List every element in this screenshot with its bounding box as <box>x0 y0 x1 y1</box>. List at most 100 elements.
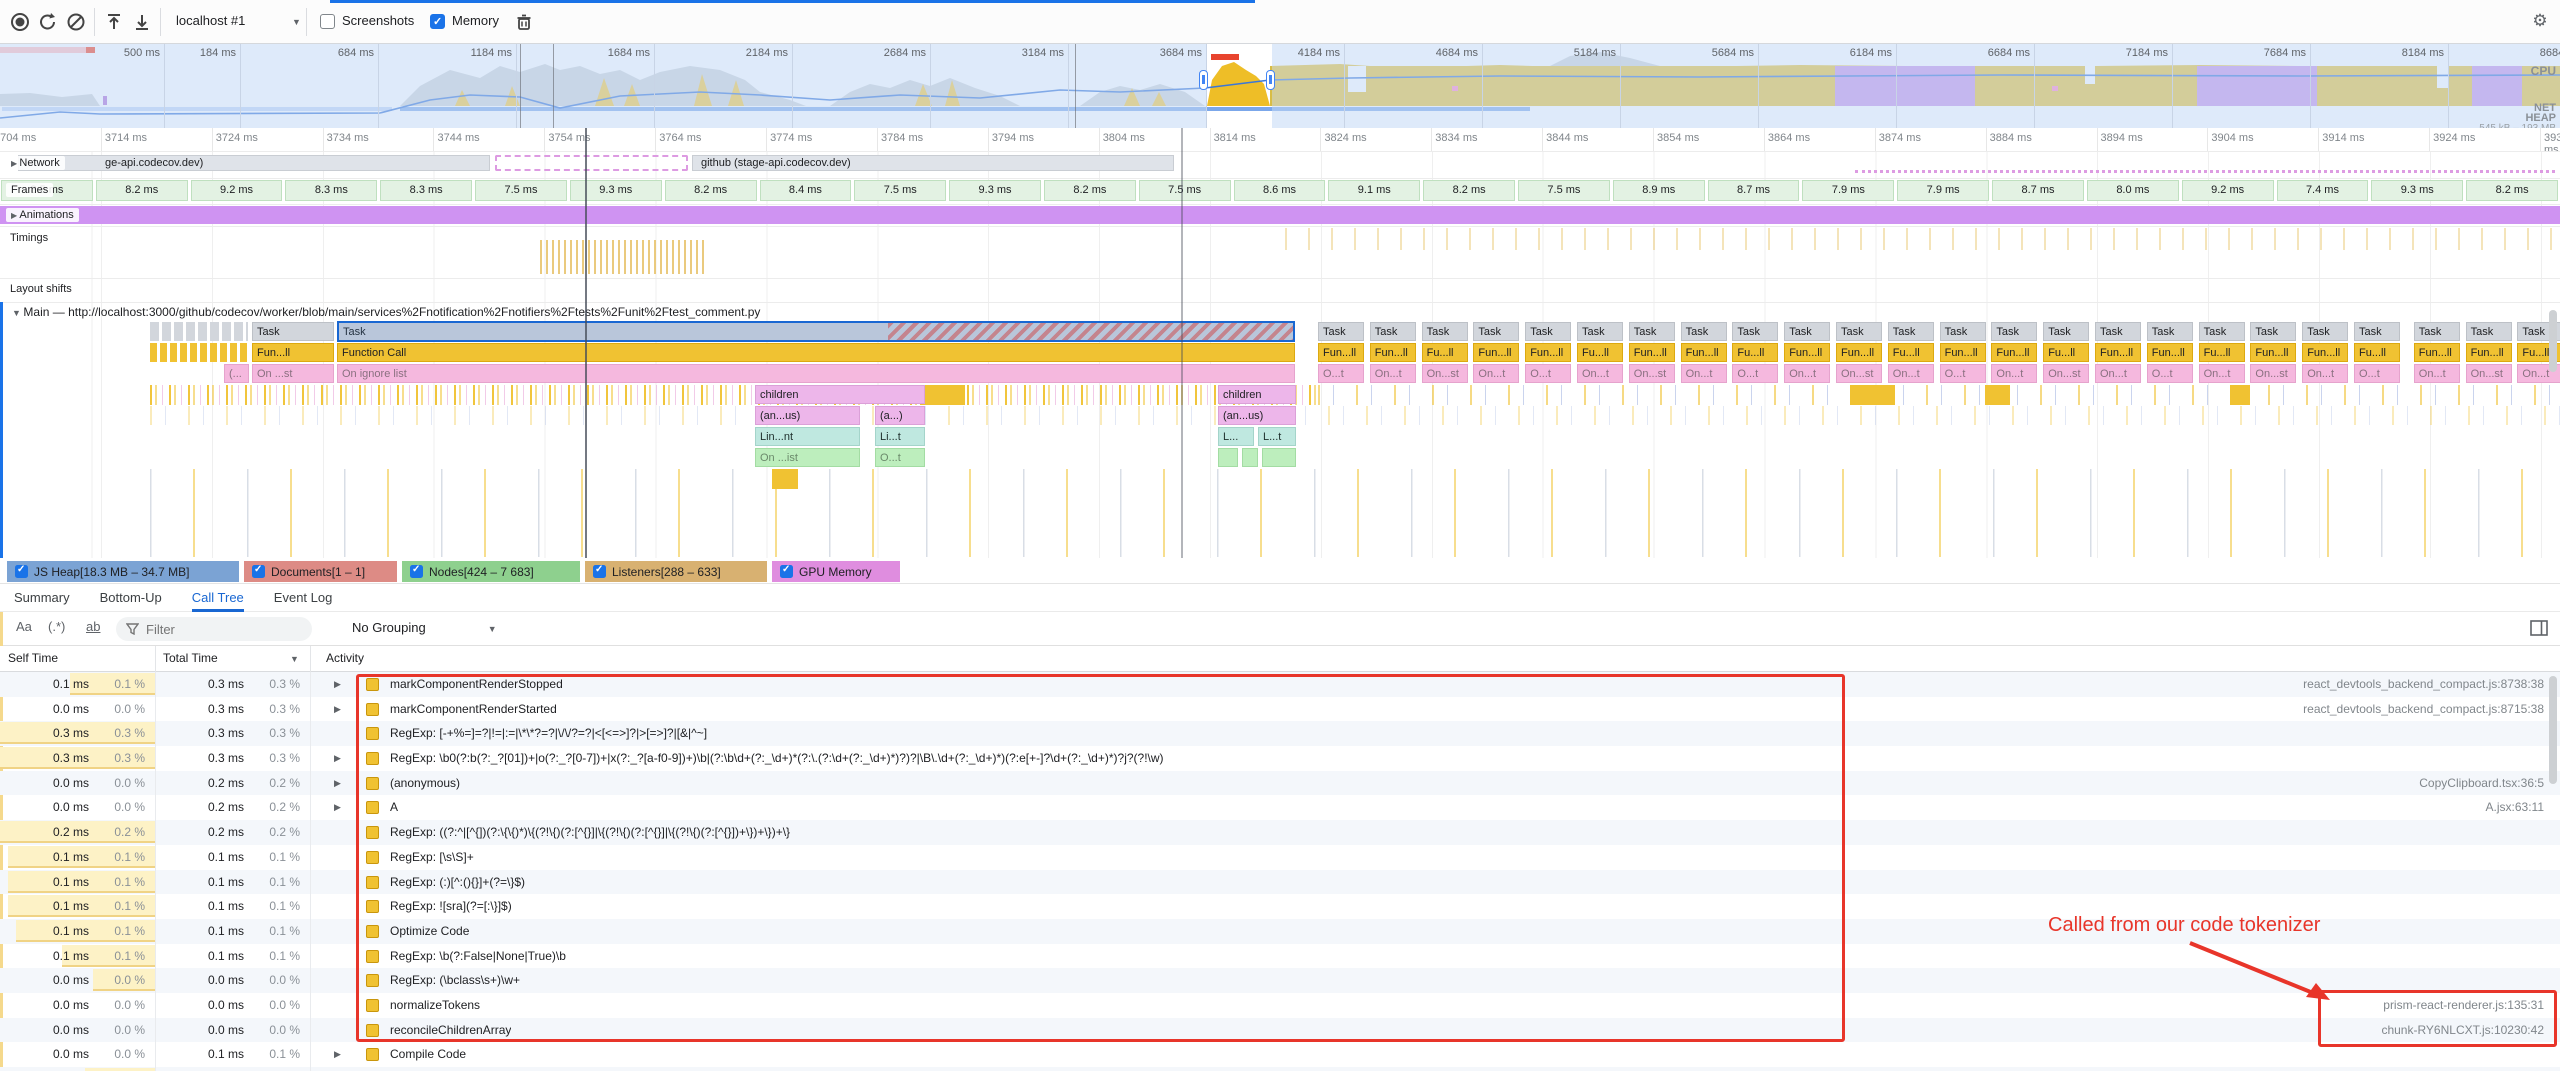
flame-task-bar[interactable]: Task <box>2302 322 2348 341</box>
flame-children-bar[interactable]: children <box>1218 385 1296 404</box>
self-time-header[interactable]: Self Time <box>8 651 58 665</box>
frame-duration-cell[interactable]: 8.7 ms <box>1992 180 2084 201</box>
reload-and-record-icon[interactable] <box>36 10 60 34</box>
tab-summary[interactable]: Summary <box>14 584 70 612</box>
flame-function-call-bar[interactable]: Fu...ll <box>2354 343 2400 362</box>
table-row[interactable]: 0.0 ms0.0 %0.1 ms0.1 %▶Compile Code <box>0 1042 2560 1067</box>
total-time-header[interactable]: Total Time <box>163 651 218 665</box>
flame-children-bar[interactable]: children <box>755 385 925 404</box>
flame-task-bar[interactable]: Task <box>2147 322 2193 341</box>
frame-duration-cell[interactable]: 9.3 ms <box>2371 180 2463 201</box>
filter-input[interactable] <box>146 622 286 637</box>
frame-duration-cell[interactable]: 7.5 ms <box>1518 180 1610 201</box>
animations-track[interactable]: ▶ Animations <box>0 204 2560 226</box>
tab-bottom-up[interactable]: Bottom-Up <box>100 584 162 612</box>
flame-function-call-bar[interactable]: Fu...ll <box>1577 343 1623 362</box>
flame-ignore-list-bar[interactable]: On...t <box>1991 364 2037 383</box>
memory-checkbox[interactable] <box>430 14 445 29</box>
table-row[interactable]: 0.1 ms0.1 %0.1 ms0.1 %RegExp: (:)[^:(){}… <box>0 870 2560 895</box>
expand-arrow-icon[interactable]: ▶ <box>334 771 348 796</box>
legend-checkbox[interactable] <box>410 565 423 578</box>
flame-ignore-list-bar[interactable]: On...t <box>2199 364 2245 383</box>
legend-checkbox[interactable] <box>252 565 265 578</box>
frame-duration-cell[interactable]: 8.7 ms <box>1708 180 1800 201</box>
network-request-bar[interactable]: github (stage-api.codecov.dev) <box>692 155 1174 171</box>
flame-ignore-list-bar[interactable]: On ignore list <box>337 364 1295 383</box>
flame-task-bar[interactable]: Task <box>1991 322 2037 341</box>
frame-duration-cell[interactable]: 9.2 ms <box>2182 180 2274 201</box>
flame-task-bar[interactable]: Task <box>2250 322 2296 341</box>
flame-function-call-bar[interactable]: Function Call <box>337 343 1295 362</box>
frame-duration-cell[interactable]: 7.5 ms <box>1139 180 1231 201</box>
flame-ignore-list-bar[interactable]: On...st <box>2466 364 2512 383</box>
flame-ignore-list-bar[interactable]: On...st <box>1629 364 1675 383</box>
flame-ignore-list-bar[interactable]: On...st <box>1422 364 1468 383</box>
flame-task-bar[interactable]: Task <box>1473 322 1519 341</box>
flame-ignore-list-bar[interactable]: O...t <box>2147 364 2193 383</box>
flame-line-bar[interactable]: Lin...nt <box>755 427 860 446</box>
table-row[interactable]: 0.0 ms0.0 %0.0 ms0.0 %reconcileChildrenA… <box>0 1018 2560 1043</box>
flame-ignore-list-bar[interactable]: O...t <box>1732 364 1778 383</box>
flame-line-bar[interactable]: Li...t <box>875 427 925 446</box>
expand-arrow-icon[interactable]: ▶ <box>334 1042 348 1067</box>
frame-duration-cell[interactable]: 8.2 ms <box>1044 180 1136 201</box>
activity-name[interactable]: (anonymous) <box>390 771 460 796</box>
frame-duration-cell[interactable]: 8.0 ms <box>2087 180 2179 201</box>
flame-function-fragments[interactable] <box>150 343 248 362</box>
flame-task-bar[interactable]: Task <box>2354 322 2400 341</box>
memory-legend-item[interactable]: Nodes[424 – 7 683] <box>402 561 580 582</box>
animations-track-label[interactable]: ▶ Animations <box>6 208 79 222</box>
flame-function-call-bar[interactable]: Fu...ll <box>1422 343 1468 362</box>
activity-name[interactable]: A <box>390 795 398 820</box>
flame-task-bar[interactable]: Task <box>1836 322 1882 341</box>
flame-ignore-list-bar[interactable]: On...t <box>1370 364 1416 383</box>
memory-legend-item[interactable]: Listeners[288 – 633] <box>585 561 767 582</box>
timeline-overview[interactable]: 500 ms184 ms684 ms1184 ms1684 ms2184 ms2… <box>0 44 2560 128</box>
flame-function-call-bar[interactable]: Fun...ll <box>1836 343 1882 362</box>
flame-anonymous-bar[interactable]: (an...us) <box>755 406 860 425</box>
flame-ignore-list-bar[interactable]: On...t <box>1473 364 1519 383</box>
table-row[interactable]: 0.1 ms0.1 %0.3 ms0.3 %▶markComponentRend… <box>0 672 2560 697</box>
memory-legend-item[interactable]: Documents[1 – 1] <box>244 561 397 582</box>
flame-task-fragments[interactable] <box>150 322 248 341</box>
flame-task-bar[interactable]: Task <box>1732 322 1778 341</box>
activity-name[interactable]: RegExp: ![sra](?=[:\}]$) <box>390 894 512 919</box>
source-link[interactable]: react_devtools_backend_compact.js:8738:3… <box>2303 672 2544 697</box>
network-pending-request[interactable] <box>1855 170 2555 173</box>
memory-legend-item[interactable]: GPU Memory <box>772 561 900 582</box>
frame-duration-cell[interactable]: 8.3 ms <box>380 180 472 201</box>
frame-duration-cell[interactable]: 7.9 ms <box>1897 180 1989 201</box>
flame-task-bar[interactable]: Task <box>2414 322 2460 341</box>
flame-function-call-bar[interactable]: Fun...ll <box>1940 343 1986 362</box>
flame-scrollbar[interactable] <box>2549 310 2557 372</box>
clear-icon[interactable] <box>64 10 88 34</box>
frame-duration-cell[interactable]: 7.5 ms <box>475 180 567 201</box>
main-track-label[interactable]: ▼ Main — http://localhost:3000/github/co… <box>12 305 2312 319</box>
flame-task-bar[interactable]: Task <box>252 322 334 341</box>
source-link[interactable]: chunk-RY6NLCXT.js:10230:42 <box>2381 1018 2544 1043</box>
flame-function-call-bar[interactable]: Fun...ll <box>1525 343 1571 362</box>
flame-onlist-bar[interactable]: On ...ist <box>755 448 860 467</box>
match-case-button[interactable]: Aa <box>16 619 32 634</box>
flame-line-bar[interactable]: L...t <box>1258 427 1296 446</box>
frame-duration-cell[interactable]: 8.4 ms <box>760 180 852 201</box>
flame-ignore-list-bar[interactable]: On ...st <box>252 364 334 383</box>
network-request-bar[interactable]: ge-api.codecov.dev) <box>18 155 490 171</box>
history-select[interactable]: localhost #1 <box>176 13 245 28</box>
table-row[interactable]: 0.0 ms0.0 %0.2 ms0.2 %▶AA.jsx:63:11 <box>0 795 2560 820</box>
flame-ignore-list-bar[interactable]: On...t <box>2414 364 2460 383</box>
flame-function-call-bar[interactable]: Fu...ll <box>1888 343 1934 362</box>
whole-word-button[interactable]: ab <box>86 619 100 634</box>
flame-function-call-bar[interactable]: Fun...ll <box>252 343 334 362</box>
flame-onlist-bar[interactable] <box>1218 448 1238 467</box>
timings-track[interactable]: Timings <box>0 226 2560 278</box>
flame-ignore-list-bar[interactable]: (... <box>224 364 249 383</box>
flame-ignore-list-bar[interactable]: On...st <box>2250 364 2296 383</box>
flame-anonymous-bar[interactable]: (an...us) <box>1218 406 1296 425</box>
activity-name[interactable]: RegExp: (\bclass\s+)\w+ <box>390 968 520 993</box>
flame-function-call-bar[interactable]: Fun...ll <box>2095 343 2141 362</box>
frame-duration-cell[interactable]: 8.2 ms <box>665 180 757 201</box>
flame-sparse-calls[interactable] <box>150 406 2560 425</box>
activity-name[interactable]: markComponentRenderStopped <box>390 672 563 697</box>
selection-left-handle[interactable] <box>1199 70 1208 90</box>
